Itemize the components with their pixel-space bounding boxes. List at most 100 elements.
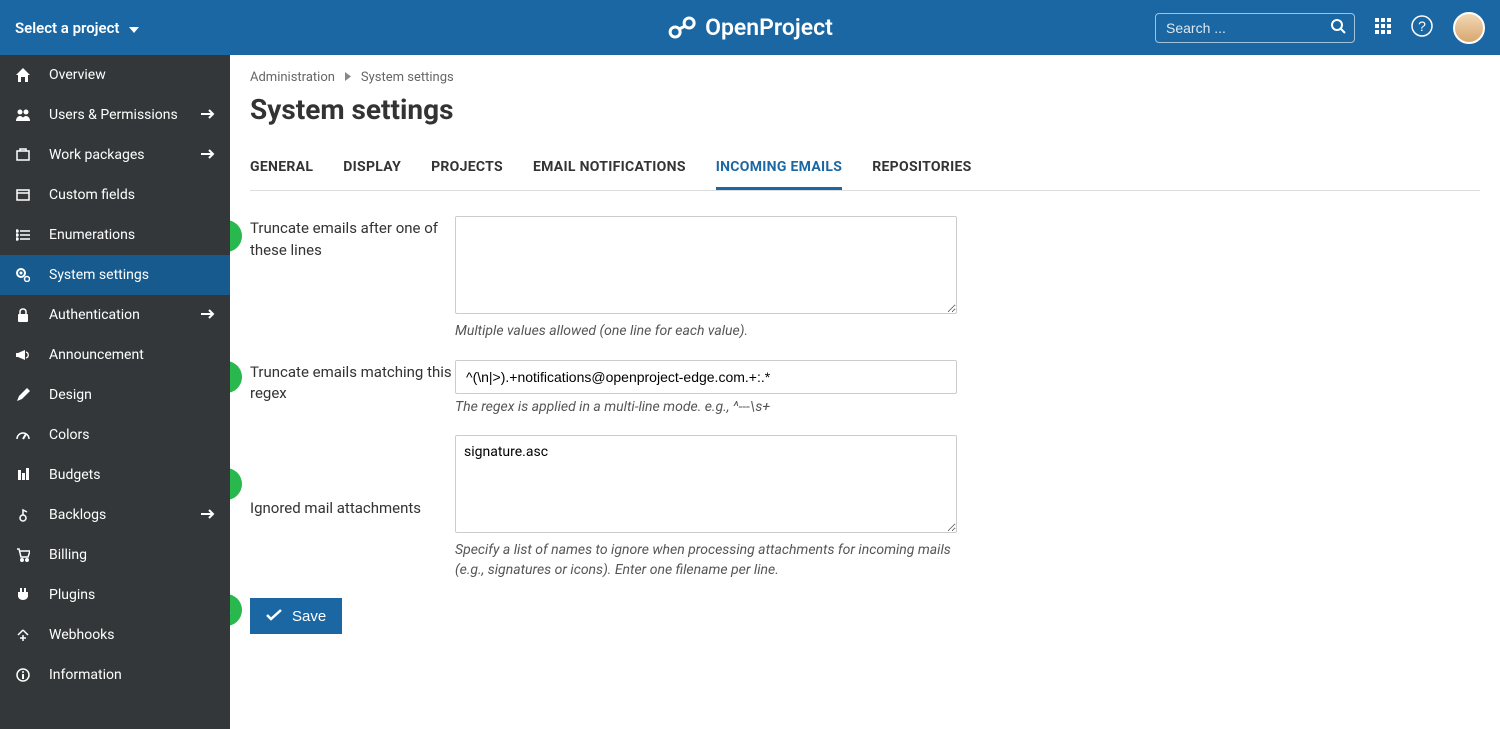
sidebar-item-label: Design bbox=[49, 387, 92, 403]
sidebar-item-label: Colors bbox=[49, 427, 89, 443]
field-label: Truncate emails matching this regex bbox=[250, 360, 455, 406]
sidebar-item-backlogs[interactable]: Backlogs bbox=[0, 495, 230, 535]
breadcrumb-current: System settings bbox=[361, 70, 454, 85]
form: 1 2 3 4 Truncate emails after one of the… bbox=[250, 216, 1480, 634]
field-truncate-lines: Truncate emails after one of these lines… bbox=[250, 216, 1480, 342]
sidebar-item-label: Enumerations bbox=[49, 227, 135, 243]
sidebar-item-label: Plugins bbox=[49, 587, 95, 603]
sidebar-item-webhooks[interactable]: Webhooks bbox=[0, 615, 230, 655]
arrow-right-icon bbox=[201, 147, 215, 163]
project-selector[interactable]: Select a project bbox=[15, 19, 139, 37]
custom-fields-icon bbox=[15, 189, 31, 201]
topbar: Select a project OpenProject ? bbox=[0, 0, 1500, 55]
truncate-lines-textarea[interactable] bbox=[455, 216, 957, 314]
sidebar-item-label: Overview bbox=[49, 67, 106, 83]
info-icon bbox=[15, 668, 31, 682]
backlogs-icon bbox=[15, 508, 31, 522]
tab-projects[interactable]: PROJECTS bbox=[431, 151, 503, 190]
annotation-badge: 2 bbox=[230, 361, 242, 393]
megaphone-icon bbox=[15, 349, 31, 361]
apps-grid-icon[interactable] bbox=[1375, 18, 1391, 38]
check-icon bbox=[266, 608, 282, 625]
tabs: GENERAL DISPLAY PROJECTS EMAIL NOTIFICAT… bbox=[250, 151, 1480, 191]
sidebar-item-enumerations[interactable]: Enumerations bbox=[0, 215, 230, 255]
field-hint: Specify a list of names to ignore when p… bbox=[455, 541, 957, 580]
chevron-down-icon bbox=[129, 19, 139, 37]
field-hint: Multiple values allowed (one line for ea… bbox=[455, 322, 957, 342]
sidebar-item-design[interactable]: Design bbox=[0, 375, 230, 415]
sidebar-item-label: Webhooks bbox=[49, 627, 115, 643]
brand-logo-icon bbox=[667, 16, 697, 40]
save-button-label: Save bbox=[292, 608, 326, 625]
field-hint: The regex is applied in a multi-line mod… bbox=[455, 398, 957, 418]
sidebar-item-label: Budgets bbox=[49, 467, 100, 483]
sidebar-item-label: Announcement bbox=[49, 347, 144, 363]
plug-icon bbox=[15, 588, 31, 602]
users-icon bbox=[15, 108, 31, 122]
sidebar-item-label: Work packages bbox=[49, 147, 145, 163]
tab-repositories[interactable]: REPOSITORIES bbox=[872, 151, 971, 190]
field-label: Truncate emails after one of these lines bbox=[250, 216, 455, 262]
search-icon[interactable] bbox=[1330, 18, 1346, 38]
annotation-badge: 1 bbox=[230, 220, 242, 252]
sidebar-item-label: Users & Permissions bbox=[49, 107, 178, 123]
sidebar: Overview Users & Permissions Work packag… bbox=[0, 55, 230, 729]
sidebar-item-information[interactable]: Information bbox=[0, 655, 230, 695]
truncate-regex-input[interactable] bbox=[455, 360, 957, 394]
sidebar-item-plugins[interactable]: Plugins bbox=[0, 575, 230, 615]
sidebar-item-label: System settings bbox=[49, 267, 149, 283]
tab-incoming-emails[interactable]: INCOMING EMAILS bbox=[716, 151, 843, 190]
sidebar-item-colors[interactable]: Colors bbox=[0, 415, 230, 455]
sidebar-item-system-settings[interactable]: System settings bbox=[0, 255, 230, 295]
sidebar-item-authentication[interactable]: Authentication bbox=[0, 295, 230, 335]
sidebar-item-work-packages[interactable]: Work packages bbox=[0, 135, 230, 175]
breadcrumb-root[interactable]: Administration bbox=[250, 70, 335, 85]
tab-display[interactable]: DISPLAY bbox=[343, 151, 401, 190]
pencil-icon bbox=[15, 388, 31, 402]
webhooks-icon bbox=[15, 628, 31, 642]
sidebar-item-billing[interactable]: Billing bbox=[0, 535, 230, 575]
search-input[interactable] bbox=[1166, 20, 1344, 36]
breadcrumb: Administration System settings bbox=[250, 70, 1480, 85]
annotation-badge: 3 bbox=[230, 468, 242, 500]
avatar[interactable] bbox=[1453, 12, 1485, 44]
tab-general[interactable]: GENERAL bbox=[250, 151, 313, 190]
main-content: Administration System settings System se… bbox=[230, 55, 1500, 729]
tab-email-notifications[interactable]: EMAIL NOTIFICATIONS bbox=[533, 151, 686, 190]
sidebar-item-overview[interactable]: Overview bbox=[0, 55, 230, 95]
arrow-right-icon bbox=[201, 507, 215, 523]
field-label: Ignored mail attachments bbox=[250, 496, 455, 520]
sidebar-item-label: Custom fields bbox=[49, 187, 135, 203]
search-box[interactable] bbox=[1155, 13, 1355, 43]
chevron-right-icon bbox=[345, 70, 351, 85]
annotation-badge: 4 bbox=[230, 594, 242, 626]
sidebar-item-label: Backlogs bbox=[49, 507, 106, 523]
save-button[interactable]: Save bbox=[250, 598, 342, 634]
svg-text:?: ? bbox=[1418, 18, 1426, 34]
page-title: System settings bbox=[250, 93, 1480, 126]
sidebar-item-custom-fields[interactable]: Custom fields bbox=[0, 175, 230, 215]
work-packages-icon bbox=[15, 148, 31, 162]
home-icon bbox=[15, 68, 31, 82]
field-truncate-regex: Truncate emails matching this regex The … bbox=[250, 360, 1480, 418]
sidebar-item-label: Billing bbox=[49, 547, 87, 563]
sidebar-item-budgets[interactable]: Budgets bbox=[0, 455, 230, 495]
sidebar-item-users[interactable]: Users & Permissions bbox=[0, 95, 230, 135]
ignored-attachments-textarea[interactable] bbox=[455, 435, 957, 533]
topbar-right: ? bbox=[1155, 12, 1485, 44]
cart-icon bbox=[15, 548, 31, 562]
sidebar-item-announcement[interactable]: Announcement bbox=[0, 335, 230, 375]
brand-text: OpenProject bbox=[705, 14, 833, 41]
sidebar-item-label: Information bbox=[49, 667, 122, 683]
help-icon[interactable]: ? bbox=[1411, 15, 1433, 41]
field-ignored-attachments: Ignored mail attachments Specify a list … bbox=[250, 435, 1480, 580]
gauge-icon bbox=[15, 430, 31, 440]
brand: OpenProject bbox=[667, 14, 833, 41]
sidebar-item-label: Authentication bbox=[49, 307, 140, 323]
list-icon bbox=[15, 229, 31, 241]
project-selector-label: Select a project bbox=[15, 19, 119, 37]
arrow-right-icon bbox=[201, 107, 215, 123]
budget-icon bbox=[15, 468, 31, 482]
lock-icon bbox=[15, 308, 31, 322]
arrow-right-icon bbox=[201, 307, 215, 323]
